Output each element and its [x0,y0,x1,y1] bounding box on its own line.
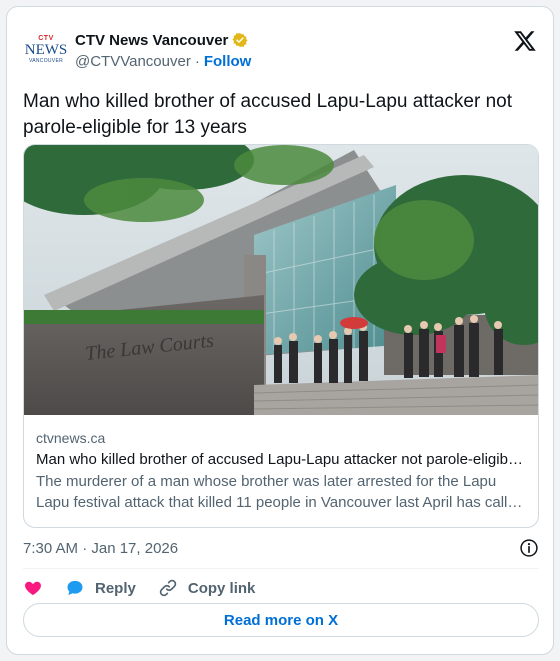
reply-bubble-icon [67,580,83,596]
handle-row: @CTVVancouver · Follow [75,51,251,71]
reply-button[interactable]: Reply [65,578,136,598]
display-name-row: CTV News Vancouver [75,29,251,51]
account-handle[interactable]: @CTVVancouver [75,53,191,70]
follow-button[interactable]: Follow [204,53,252,70]
link-description: The murderer of a man whose brother was … [36,473,523,511]
tweet-header: CTV NEWS VANCOUVER CTV News Vancouver @C… [25,25,537,75]
info-icon[interactable] [519,538,539,558]
link-meta: ctvnews.ca Man who killed brother of acc… [36,427,530,513]
tweet-text: Man who killed brother of accused Lapu-L… [23,91,513,138]
copy-link-button[interactable]: Copy link [158,578,256,598]
read-more-button[interactable]: Read more on X [23,603,539,637]
timestamp-row: 7:30 AM · Jan 17, 2026 [23,535,539,561]
avatar-logo-sub: VANCOUVER [28,58,63,64]
avatar[interactable]: CTV NEWS VANCOUVER [24,29,68,71]
action-bar: Reply Copy link [23,573,255,603]
account-names: CTV News Vancouver @CTVVancouver · Follo… [75,29,251,71]
copy-link-label: Copy link [187,579,256,597]
display-name[interactable]: CTV News Vancouver [75,32,228,49]
separator-dot: · [194,52,200,70]
like-button[interactable] [23,578,43,598]
link-domain: ctvnews.ca [36,430,106,446]
reply-label: Reply [95,579,136,597]
link-title[interactable]: Man who killed brother of accused Lapu-L… [36,449,530,471]
link-preview-card[interactable]: The Law Courts ctvnews.ca Man who killed… [23,144,539,528]
heart-icon [25,581,41,596]
tweet-embed-card: CTV NEWS VANCOUVER CTV News Vancouver @C… [6,6,554,655]
timestamp[interactable]: 7:30 AM · Jan 17, 2026 [23,540,178,557]
avatar-logo-main: NEWS [24,42,68,58]
link-preview-image: The Law Courts [24,145,538,415]
link-icon [159,579,177,597]
gold-verified-badge-icon [232,33,248,47]
divider [23,568,539,569]
x-logo-icon[interactable] [513,29,537,53]
